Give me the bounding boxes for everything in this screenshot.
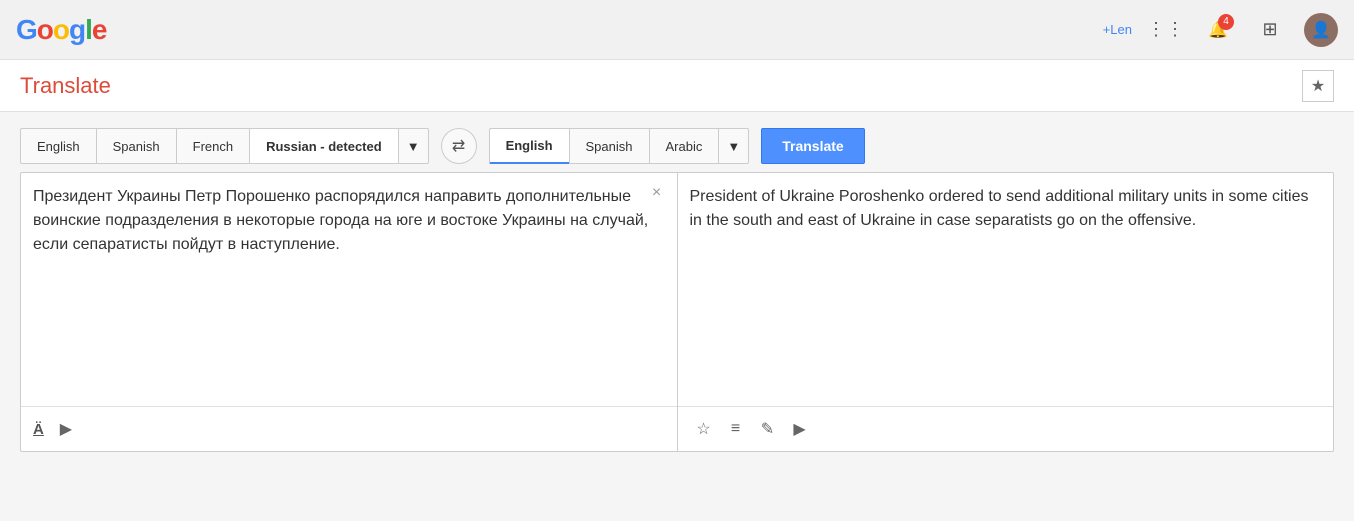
star-outline-icon: ☆ <box>696 419 710 439</box>
pencil-icon: ✎ <box>761 419 774 439</box>
target-sound-icon: ▶ <box>793 419 805 439</box>
notification-count: 4 <box>1218 14 1234 30</box>
translate-button[interactable]: Translate <box>761 128 864 164</box>
source-audio-button[interactable]: ▶ <box>52 415 80 443</box>
source-lang-french[interactable]: French <box>176 128 249 164</box>
target-panel-footer: ☆ ≡ ✎ ▶ <box>678 406 1334 451</box>
logo-o2: o <box>53 14 69 46</box>
avatar-image: 👤 <box>1311 20 1331 40</box>
phrasebook-button[interactable]: ≡ <box>722 415 750 443</box>
target-lang-english[interactable]: English <box>489 128 569 164</box>
apps-grid-button[interactable]: ⋮⋮ <box>1148 12 1184 48</box>
logo-e: e <box>92 14 107 46</box>
header-actions: +Len ⋮⋮ 🔔 4 ⊞ 👤 <box>1103 12 1338 48</box>
target-lang-dropdown[interactable]: ▼ <box>718 128 749 164</box>
language-bar: English Spanish French Russian - detecte… <box>20 128 1334 164</box>
target-audio-button[interactable]: ▶ <box>786 415 814 443</box>
star-icon: ★ <box>1311 76 1325 96</box>
apps-grid-icon: ⋮⋮ <box>1147 19 1185 40</box>
source-panel-footer: Ä ▶ <box>21 406 677 451</box>
target-lang-spanish[interactable]: Spanish <box>569 128 649 164</box>
target-text-panel: President of Ukraine Poroshenko ordered … <box>678 172 1335 452</box>
user-name: +Len <box>1103 22 1132 37</box>
list-icon: ≡ <box>731 420 740 438</box>
add-content-button[interactable]: ⊞ <box>1252 12 1288 48</box>
font-size-label: Ä <box>33 421 44 438</box>
source-text-panel: × Ä ▶ <box>20 172 678 452</box>
source-sound-icon: ▶ <box>60 419 72 439</box>
bookmark-button[interactable]: ★ <box>1302 70 1334 102</box>
target-language-panel: English Spanish Arabic ▼ <box>489 128 750 164</box>
notifications-button[interactable]: 🔔 4 <box>1200 12 1236 48</box>
source-textarea[interactable] <box>21 173 677 406</box>
target-lang-arabic[interactable]: Arabic <box>649 128 719 164</box>
source-lang-spanish[interactable]: Spanish <box>96 128 176 164</box>
main-content: English Spanish French Russian - detecte… <box>0 112 1354 468</box>
source-lang-dropdown[interactable]: ▼ <box>398 128 429 164</box>
dropdown-arrow-icon: ▼ <box>407 139 420 154</box>
save-translation-button[interactable]: ☆ <box>690 415 718 443</box>
header: Google +Len ⋮⋮ 🔔 4 ⊞ 👤 <box>0 0 1354 60</box>
edit-translation-button[interactable]: ✎ <box>754 415 782 443</box>
swap-icon: ⇄ <box>452 136 465 156</box>
clear-source-button[interactable]: × <box>645 181 669 205</box>
target-dropdown-arrow-icon: ▼ <box>727 139 740 154</box>
source-language-panel: English Spanish French Russian - detecte… <box>20 128 429 164</box>
page-title: Translate <box>20 73 111 99</box>
logo-l: l <box>85 14 92 46</box>
swap-languages-button[interactable]: ⇄ <box>441 128 477 164</box>
logo-g2: g <box>69 14 85 46</box>
plus-square-icon: ⊞ <box>1262 19 1277 40</box>
google-logo: Google <box>16 14 106 46</box>
translated-text: President of Ukraine Poroshenko ordered … <box>678 173 1334 406</box>
avatar[interactable]: 👤 <box>1304 13 1338 47</box>
logo-o1: o <box>37 14 53 46</box>
logo-g: G <box>16 14 37 46</box>
subheader: Translate ★ <box>0 60 1354 112</box>
source-lang-russian[interactable]: Russian - detected <box>249 128 398 164</box>
translate-area: × Ä ▶ President of Ukraine Poroshenko or… <box>20 172 1334 452</box>
source-lang-english[interactable]: English <box>20 128 96 164</box>
clear-icon: × <box>652 184 661 202</box>
